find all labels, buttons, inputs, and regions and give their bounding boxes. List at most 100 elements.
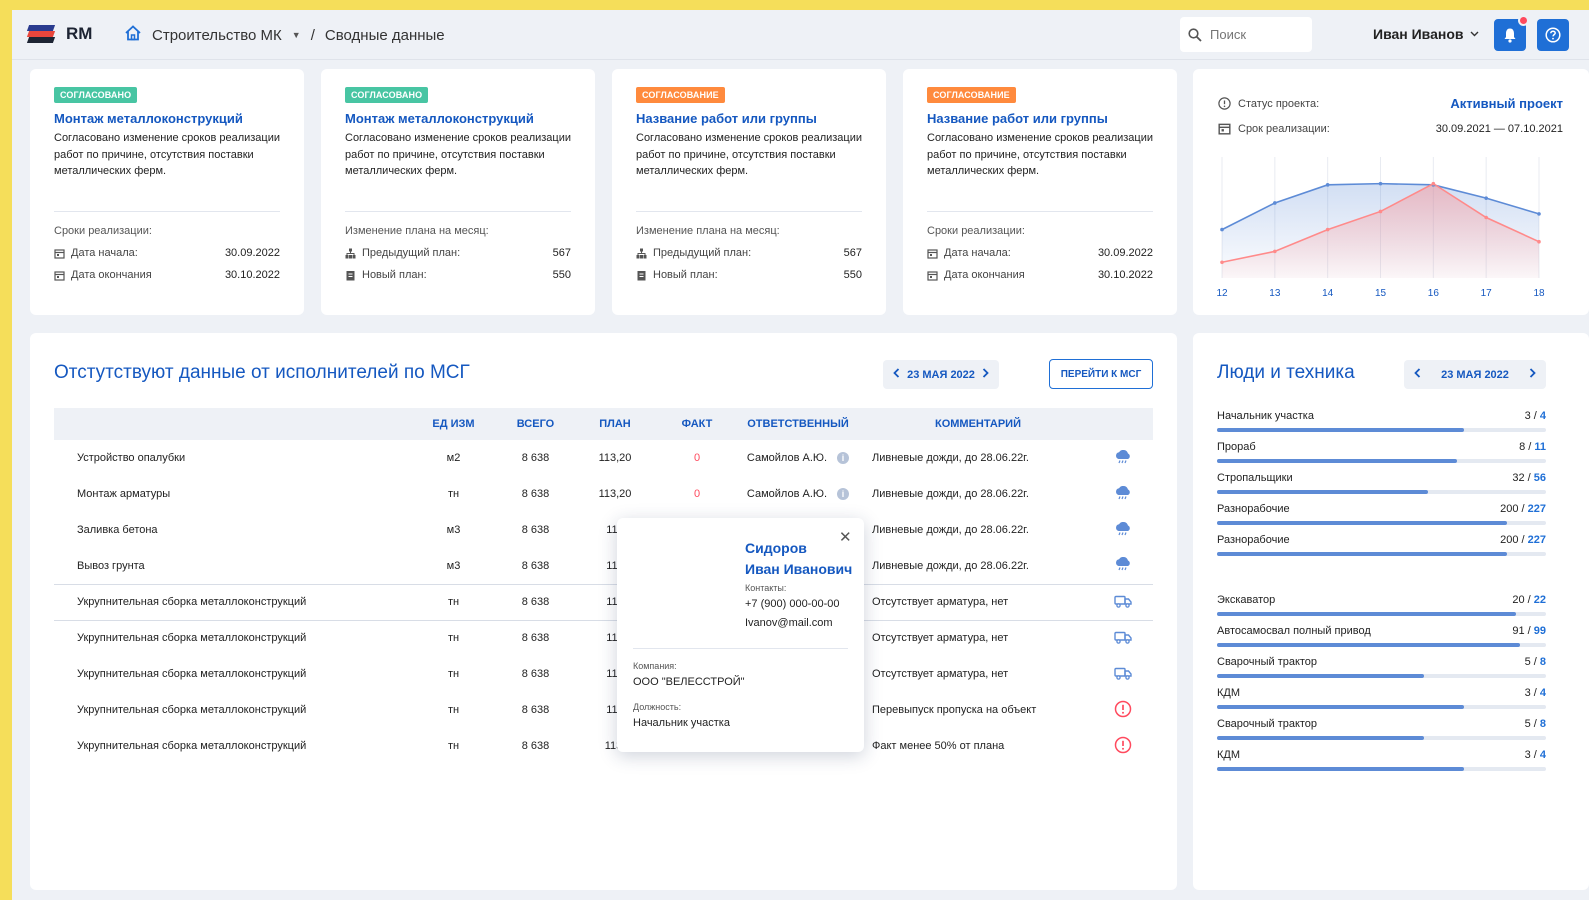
home-icon[interactable]	[124, 25, 142, 45]
row-total: 8 638	[521, 488, 550, 500]
date-label: 23 МАЯ 2022	[907, 368, 975, 381]
table-row[interactable]: Устройство опалубки м2 8 638 113,20 0 Са…	[54, 440, 1153, 476]
search-input[interactable]	[1210, 27, 1300, 42]
note-row-value: 30.10.2022	[224, 269, 280, 281]
progress-fill	[1217, 612, 1517, 616]
column-header[interactable]: ФАКТ	[662, 408, 732, 440]
table-row[interactable]: Укрупнительная сборка металлоконструкций…	[54, 728, 1153, 764]
help-button[interactable]	[1537, 19, 1569, 51]
row-responsible[interactable]: Самойлов А.Ю.	[747, 488, 827, 500]
table-row[interactable]: Монтаж арматуры тн 8 638 113,20 0 Самойл…	[54, 476, 1153, 512]
resource-row[interactable]: Начальник участка 3 / 4	[1217, 410, 1546, 432]
resource-row[interactable]: Разнорабочие 200 / 227	[1217, 534, 1546, 556]
column-header[interactable]: ПЛАН	[568, 408, 662, 440]
note-subtitle: Изменение плана на месяц:	[636, 225, 780, 237]
resource-total: 11	[1534, 441, 1546, 453]
column-header[interactable]: ОТВЕТСТВЕННЫЙ	[732, 408, 864, 440]
user-menu[interactable]: Иван Иванов	[1373, 26, 1479, 42]
progress-fill	[1217, 490, 1428, 494]
note-card[interactable]: СОГЛАСОВАНО Монтаж металлоконструкций Со…	[30, 69, 304, 315]
note-row-value: 550	[843, 269, 862, 281]
row-responsible[interactable]: Самойлов А.Ю.	[747, 452, 827, 464]
resource-row[interactable]: Автосамосвал полный привод 91 / 99	[1217, 625, 1546, 647]
resource-row[interactable]: Прораб 8 / 11	[1217, 441, 1546, 463]
resource-row[interactable]: Сварочный трактор 5 / 8	[1217, 656, 1546, 678]
note-row-label: Предыдущий план:	[362, 247, 461, 259]
date-picker[interactable]: 23 МАЯ 2022	[1404, 360, 1546, 389]
x-tick-label: 17	[1481, 288, 1493, 299]
resource-row[interactable]: Стропальщики 32 / 56	[1217, 472, 1546, 494]
note-title[interactable]: Монтаж металлоконструкций	[345, 111, 571, 126]
note-card[interactable]: СОГЛАСОВАНИЕ Название работ или группы С…	[612, 69, 886, 315]
contact-email[interactable]: Ivanov@mail.com	[745, 617, 839, 629]
table-row[interactable]: Заливка бетона м3 8 638 113 i Ливневые д…	[54, 512, 1153, 548]
resource-row-header: Начальник участка 3 / 4	[1217, 410, 1546, 422]
note-row: Новый план: 550	[345, 269, 571, 281]
chevron-down-icon[interactable]: ▼	[292, 30, 301, 40]
row-total: 8 638	[503, 583, 568, 620]
resource-row[interactable]: Сварочный трактор 5 / 8	[1217, 718, 1546, 740]
row-total: 8 638	[521, 524, 550, 536]
note-title[interactable]: Название работ или группы	[927, 111, 1153, 126]
row-comment: Ливневые дожди, до 28.06.22г.	[872, 559, 1029, 572]
truck-icon	[1092, 619, 1153, 656]
help-icon	[1545, 27, 1561, 43]
column-header[interactable]: КОММЕНТАРИЙ	[864, 408, 1092, 440]
resource-value: 3	[1524, 410, 1531, 422]
contact-phone[interactable]: +7 (900) 000-00-00	[745, 598, 839, 610]
table-row[interactable]: Укрупнительная сборка металлоконструкций…	[54, 619, 1153, 656]
info-icon[interactable]: i	[837, 488, 850, 500]
resource-row-header: Сварочный трактор 5 / 8	[1217, 656, 1546, 668]
resource-row[interactable]: Разнорабочие 200 / 227	[1217, 503, 1546, 525]
note-card[interactable]: СОГЛАСОВАНО Монтаж металлоконструкций Со…	[321, 69, 595, 315]
position-name: Начальник участка	[633, 717, 730, 729]
breadcrumb: Строительство МК ▼ / Сводные данные	[124, 25, 445, 45]
table-row[interactable]: Укрупнительная сборка металлоконструкций…	[54, 583, 1153, 620]
rain-cloud-icon	[1092, 476, 1153, 512]
divider	[636, 211, 862, 212]
table-row[interactable]: Укрупнительная сборка металлоконструкций…	[54, 656, 1153, 692]
search-box[interactable]	[1180, 17, 1312, 52]
progress-track	[1217, 521, 1546, 525]
series-point	[1325, 227, 1330, 232]
date-picker[interactable]: 23 МАЯ 2022	[883, 360, 999, 389]
info-icon[interactable]: i	[837, 452, 850, 464]
progress-track	[1217, 612, 1546, 616]
note-title[interactable]: Монтаж металлоконструкций	[54, 111, 280, 126]
chevron-right-icon[interactable]	[982, 368, 989, 381]
resource-row[interactable]: КДМ 3 / 4	[1217, 749, 1546, 771]
table-row[interactable]: Укрупнительная сборка металлоконструкций…	[54, 692, 1153, 728]
note-row-value: 30.09.2022	[1097, 247, 1153, 259]
divider	[927, 211, 1153, 212]
chevron-right-icon[interactable]	[1529, 368, 1536, 381]
row-unit: тн	[447, 488, 460, 500]
column-header[interactable]: ВСЕГО	[503, 408, 568, 440]
note-subtitle: Сроки реализации:	[927, 225, 1025, 237]
resource-row[interactable]: Экскаватор 20 / 22	[1217, 594, 1546, 616]
resource-row-header: Стропальщики 32 / 56	[1217, 472, 1546, 484]
logo[interactable]: RM	[26, 24, 92, 44]
breadcrumb-project[interactable]: Строительство МК	[152, 27, 282, 44]
table-row[interactable]: Вывоз грунта м3 8 638 113 i Ливневые дож…	[54, 548, 1153, 584]
divider	[345, 211, 571, 212]
notifications-button[interactable]	[1494, 15, 1529, 51]
resource-row[interactable]: КДМ 3 / 4	[1217, 687, 1546, 709]
row-comment: Отсутствует арматура, нет	[864, 619, 1092, 656]
goto-msg-button[interactable]: ПЕРЕЙТИ К МСГ	[1049, 359, 1153, 389]
note-row-value: 567	[552, 247, 571, 259]
resource-count: 3 / 4	[1524, 687, 1546, 699]
x-tick-label: 14	[1322, 288, 1334, 299]
x-tick-label: 13	[1269, 288, 1281, 299]
resource-count: 91 / 99	[1512, 625, 1546, 637]
resource-total: 227	[1527, 534, 1546, 546]
note-title[interactable]: Название работ или группы	[636, 111, 862, 126]
column-header[interactable]: ЕД ИЗМ	[404, 408, 503, 440]
chevron-left-icon[interactable]	[893, 368, 900, 381]
chevron-left-icon[interactable]	[1414, 368, 1421, 381]
progress-fill	[1217, 736, 1425, 740]
note-card[interactable]: СОГЛАСОВАНИЕ Название работ или группы С…	[903, 69, 1177, 315]
app-window: RM Строительство МК ▼ / Сводные данные И…	[12, 10, 1589, 900]
note-description: Согласовано изменение сроков реализации …	[636, 132, 863, 177]
progress-fill	[1217, 674, 1425, 678]
note-row-value: 567	[843, 247, 862, 259]
